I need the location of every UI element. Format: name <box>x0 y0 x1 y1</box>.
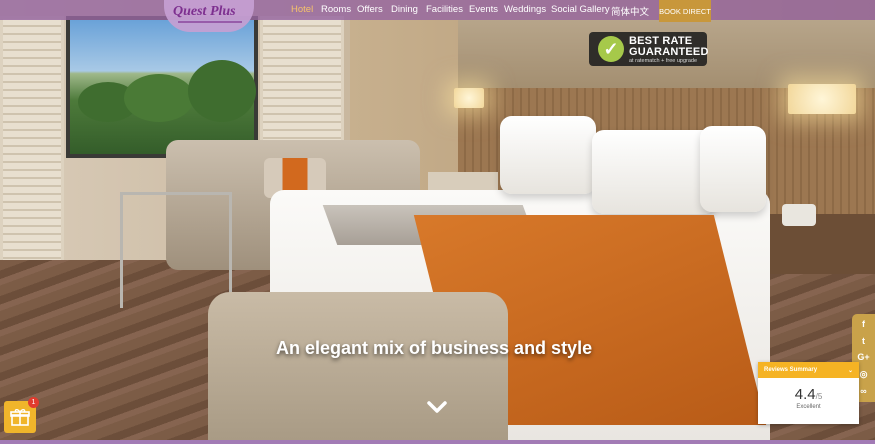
reviews-title: Reviews Summary <box>764 367 818 373</box>
notification-badge: 1 <box>28 397 39 408</box>
pillow <box>592 130 716 214</box>
score-value: 4.4 <box>794 386 816 403</box>
reviews-header[interactable]: Reviews Summary ⌄ <box>758 362 859 378</box>
side-table <box>120 192 232 308</box>
pillow <box>700 126 766 212</box>
right-nightstand <box>762 214 875 274</box>
nav-item-social-gallery[interactable]: Social Gallery <box>551 4 610 15</box>
badge-line3: at ratematch + free upgrade <box>629 58 698 64</box>
chevron-down-icon[interactable]: ⌄ <box>848 367 853 374</box>
left-lamp <box>454 88 484 108</box>
pillow <box>500 116 596 194</box>
left-shutter <box>0 16 64 276</box>
instagram-icon[interactable]: ◎ <box>860 370 868 379</box>
logo-underline <box>178 21 242 23</box>
logo[interactable]: Quest Plus <box>173 4 236 20</box>
bench <box>208 292 508 444</box>
review-label: Excellent <box>796 404 821 410</box>
right-lamp <box>788 84 856 114</box>
nav-item-language[interactable]: 简体中文 <box>611 4 649 18</box>
hero-tagline: An elegant mix of business and style <box>276 338 593 358</box>
window-view <box>66 16 258 158</box>
chevron-down-icon[interactable] <box>426 396 448 418</box>
book-direct-button[interactable]: BOOK DIRECT <box>659 0 711 22</box>
review-score: 4.4/5 <box>758 386 859 403</box>
hero-image <box>0 0 875 444</box>
reviews-widget[interactable]: Reviews Summary ⌄ 4.4/5 Excellent <box>758 362 859 424</box>
check-icon: ✓ <box>598 36 624 62</box>
google-plus-icon[interactable]: G+ <box>857 353 869 362</box>
twitter-icon[interactable]: t <box>862 336 865 346</box>
gift-icon <box>10 409 30 426</box>
nav-item-offers[interactable]: Offers <box>357 4 383 15</box>
nav-item-facilities[interactable]: Facilities <box>426 4 463 15</box>
telephone <box>782 204 816 226</box>
nav-item-hotel[interactable]: Hotel <box>291 4 313 15</box>
score-max: /5 <box>815 392 823 401</box>
nav-item-rooms[interactable]: Rooms <box>321 4 351 15</box>
nav-item-weddings[interactable]: Weddings <box>504 4 546 15</box>
badge-line2: GUARANTEED <box>629 46 709 58</box>
facebook-icon[interactable]: f <box>862 319 865 329</box>
nav-item-events[interactable]: Events <box>469 4 498 15</box>
bottom-border <box>0 440 875 444</box>
tripadvisor-icon[interactable]: ∞ <box>860 387 866 396</box>
nav-item-dining[interactable]: Dining <box>391 4 418 15</box>
